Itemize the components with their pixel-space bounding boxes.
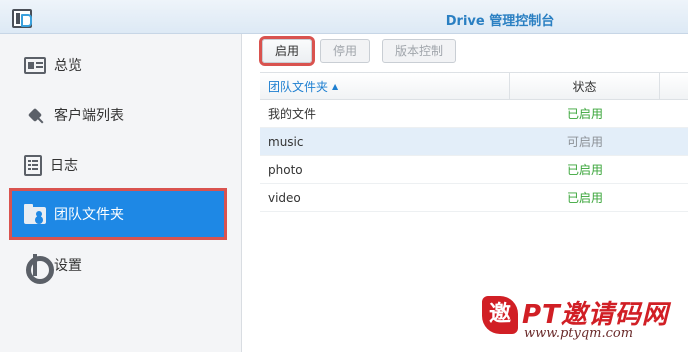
table-row[interactable]: video 已启用: [260, 184, 688, 212]
folder-name: music: [268, 134, 304, 149]
window-title: Drive 管理控制台: [445, 14, 555, 29]
title-bar: Drive 管理控制台: [0, 0, 688, 34]
overview-icon: [24, 56, 46, 74]
table-row[interactable]: 我的文件 已启用: [260, 100, 688, 128]
sidebar-item-log[interactable]: 日志: [12, 142, 224, 188]
watermark: 邀 PT邀请码网 www.ptyqm.com: [482, 296, 682, 346]
version-control-button[interactable]: 版本控制: [382, 39, 457, 63]
folder-status: 已启用: [566, 191, 603, 205]
folder-name: 我的文件: [268, 107, 317, 121]
sidebar-item-label: 团队文件夹: [54, 207, 124, 223]
sort-ascending-icon: ▲: [332, 81, 339, 91]
table-header: 团队文件夹 ▲ 状态: [260, 72, 688, 100]
enable-button[interactable]: 启用: [262, 39, 313, 63]
sidebar-item-overview[interactable]: 总览: [12, 42, 224, 88]
synology-drive-icon: [12, 9, 32, 28]
sidebar-item-label: 日志: [50, 158, 78, 174]
watermark-url: www.ptyqm.com: [524, 326, 634, 341]
sidebar-item-label: 设置: [54, 258, 82, 274]
sidebar-item-settings[interactable]: 设置: [12, 242, 224, 288]
sidebar-item-team-folder[interactable]: 团队文件夹: [12, 191, 224, 237]
folder-name: video: [268, 190, 301, 205]
log-icon: [24, 154, 42, 176]
disable-button[interactable]: 停用: [320, 39, 371, 63]
plug-icon: [19, 99, 50, 130]
sidebar-item-label: 客户端列表: [54, 108, 124, 124]
table-row[interactable]: music 可启用: [260, 128, 688, 156]
column-header-status[interactable]: 状态: [510, 73, 660, 99]
folder-status: 可启用: [566, 135, 603, 149]
column-header-label: 团队文件夹: [268, 79, 329, 94]
folder-status: 已启用: [566, 163, 603, 177]
team-folder-table: 团队文件夹 ▲ 状态 我的文件 已启用 music 可启用 photo 已启用 …: [260, 72, 688, 212]
table-row[interactable]: photo 已启用: [260, 156, 688, 184]
sidebar: 总览 客户端列表 日志 团队文件夹 设置: [0, 34, 242, 352]
column-header-name[interactable]: 团队文件夹 ▲: [260, 73, 510, 99]
team-folder-icon: [24, 204, 46, 224]
sidebar-item-client-list[interactable]: 客户端列表: [12, 92, 224, 138]
folder-name: photo: [268, 162, 303, 177]
folder-status: 已启用: [566, 107, 603, 121]
toolbar: 启用 停用 版本控制: [242, 34, 688, 70]
sidebar-item-label: 总览: [54, 58, 82, 74]
watermark-logo: 邀: [482, 296, 518, 334]
gear-icon: [24, 254, 54, 284]
